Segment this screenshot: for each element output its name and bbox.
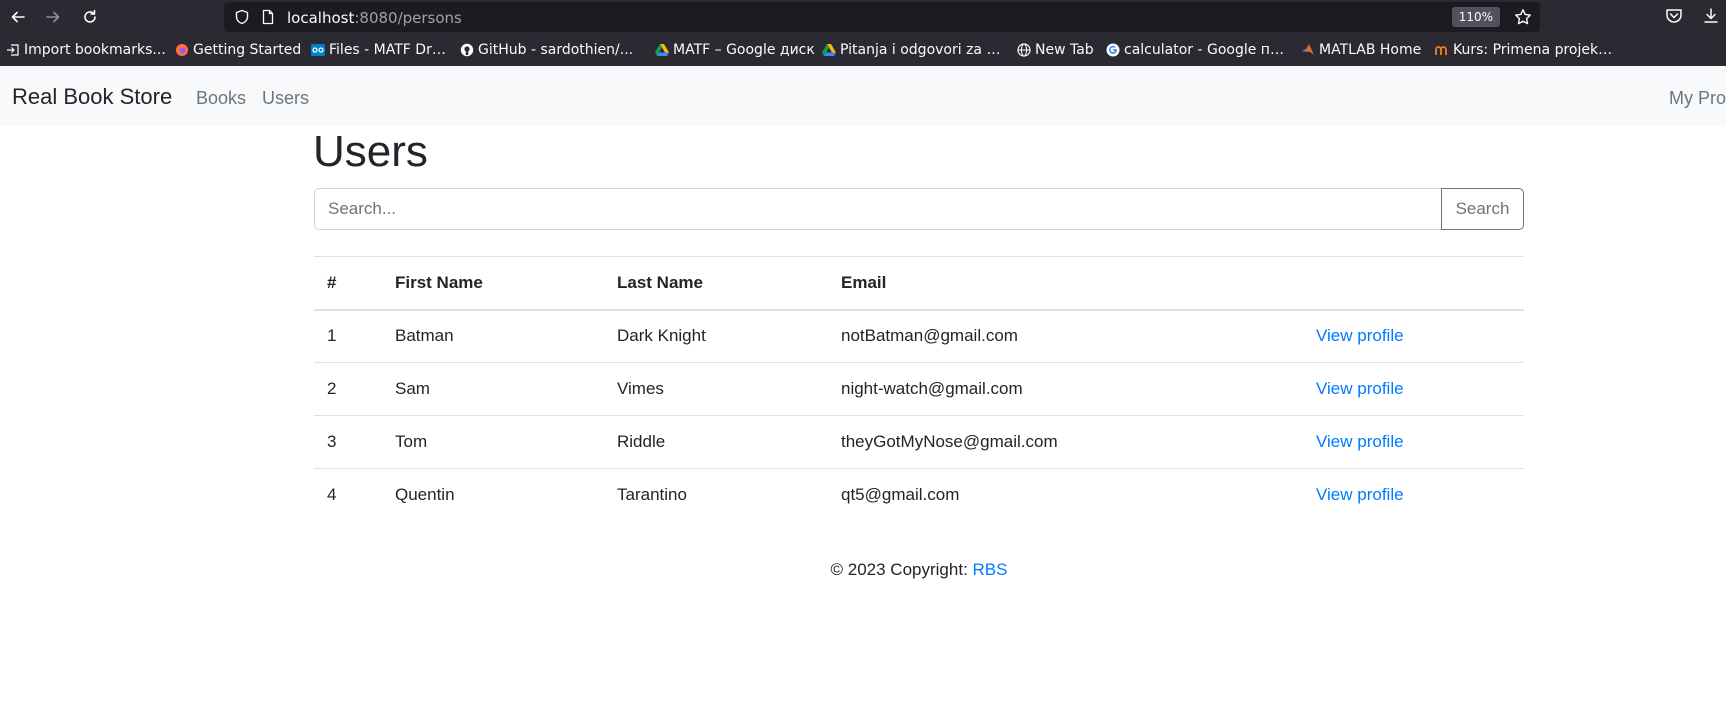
bookmark-getting-started[interactable]: Getting Started [175,41,305,59]
cell-last-name: Riddle [604,415,828,469]
reload-button[interactable] [77,4,103,30]
browser-toolbar: localhost:8080/persons 110% [0,0,1726,34]
table-row: 2 Sam Vimes night-watch@gmail.com View p… [314,362,1524,416]
bookmark-label: calculator - Google пр... [1124,42,1286,58]
cell-last-name: Tarantino [604,468,828,522]
view-profile-link[interactable]: View profile [1316,379,1404,398]
cell-actions: View profile [1303,309,1524,363]
column-header-last-name: Last Name [604,256,828,311]
google-drive-icon [655,44,669,56]
moodle-icon [1435,46,1447,55]
cell-actions: View profile [1303,415,1524,469]
view-profile-link[interactable]: View profile [1316,485,1404,504]
cell-actions: View profile [1303,468,1524,522]
nav-link-users[interactable]: Users [262,88,309,109]
forward-arrow-icon [46,11,60,23]
bookmark-label: Getting Started [193,42,302,58]
url-path: :8080/persons [354,9,462,27]
google-icon [1106,43,1120,57]
bookmark-label: Kurs: Primena projekti... [1453,42,1615,58]
table-row: 3 Tom Riddle theyGotMyNose@gmail.com Vie… [314,415,1524,469]
bookmark-new-tab[interactable]: New Tab [1017,41,1097,59]
address-bar[interactable]: localhost:8080/persons 110% [224,2,1540,32]
table-row: 1 Batman Dark Knight notBatman@gmail.com… [314,309,1524,363]
download-icon[interactable] [1702,7,1720,25]
page-icon[interactable] [260,9,276,25]
bookmark-import[interactable]: Import bookmarks... [6,41,166,59]
cell-first-name: Sam [382,362,604,416]
cell-first-name: Quentin [382,468,604,522]
url-text[interactable]: localhost:8080/persons [287,9,462,27]
cell-email: night-watch@gmail.com [828,362,1303,416]
cell-last-name: Dark Knight [604,309,828,363]
nav-link-my-profile[interactable]: My Pro [1669,88,1726,109]
users-table: # First Name Last Name Email 1 Batman Da… [314,256,1524,522]
cell-first-name: Batman [382,309,604,363]
search-form: Search [314,188,1524,230]
bookmark-kurs[interactable]: Kurs: Primena projekti... [1435,41,1615,59]
firefox-icon [176,44,188,56]
bookmark-pitanja[interactable]: Pitanja i odgovori za u... [822,41,1004,59]
cell-email: qt5@gmail.com [828,468,1303,522]
bookmark-star-icon[interactable] [1514,8,1532,26]
bookmark-label: MATF – Google диск [673,42,815,58]
nextcloud-icon [311,44,325,56]
cell-first-name: Tom [382,415,604,469]
back-button[interactable] [5,4,31,30]
view-profile-link[interactable]: View profile [1316,432,1404,451]
brand-link[interactable]: Real Book Store [12,84,172,110]
table-header-row: # First Name Last Name Email [314,256,1524,311]
cell-last-name: Vimes [604,362,828,416]
cell-index: 3 [314,415,382,469]
google-drive-icon [822,44,836,56]
bookmark-files-matf[interactable]: Files - MATF Drajv [311,41,451,59]
footer-rbs-link[interactable]: RBS [973,560,1008,579]
bookmark-label: Pitanja i odgovori za u... [840,42,1004,58]
cell-index: 1 [314,309,382,363]
bookmark-calculator[interactable]: calculator - Google пр... [1106,41,1286,59]
copyright-text: © 2023 Copyright: [830,560,973,579]
column-header-index: # [314,256,382,311]
matlab-icon [1302,44,1314,55]
footer: © 2023 Copyright: RBS [0,560,1726,580]
zoom-indicator[interactable]: 110% [1451,7,1500,27]
nav-link-books[interactable]: Books [196,88,246,109]
table-row: 4 Quentin Tarantino qt5@gmail.com View p… [314,468,1524,522]
bookmark-label: New Tab [1035,42,1094,58]
globe-icon [1017,43,1031,57]
view-profile-link[interactable]: View profile [1316,326,1404,345]
cell-email: theyGotMyNose@gmail.com [828,415,1303,469]
site-navbar: Real Book Store Books Users My Pro [0,66,1726,126]
column-header-actions [1303,256,1524,311]
back-arrow-icon [11,11,25,23]
cell-email: notBatman@gmail.com [828,309,1303,363]
bookmark-label: Import bookmarks... [24,42,166,58]
bookmark-github[interactable]: GitHub - sardothien/... [460,41,640,59]
url-host: localhost [287,9,355,27]
shield-icon[interactable] [234,9,250,25]
bookmarks-toolbar: Import bookmarks... Getting Started File… [0,34,1726,66]
bookmark-label: Files - MATF Drajv [329,42,451,58]
bookmark-matlab[interactable]: MATLAB Home [1301,41,1426,59]
pocket-icon[interactable] [1665,7,1683,25]
cell-index: 2 [314,362,382,416]
forward-button[interactable] [40,4,66,30]
bookmark-label: GitHub - sardothien/... [478,42,634,58]
reload-icon [84,9,96,23]
column-header-first-name: First Name [382,256,604,311]
import-icon [7,44,19,56]
search-input[interactable] [314,188,1442,230]
search-button[interactable]: Search [1441,188,1524,230]
column-header-email: Email [828,256,1303,311]
cell-index: 4 [314,468,382,522]
page-title: Users [313,127,428,176]
github-icon [460,43,474,57]
cell-actions: View profile [1303,362,1524,416]
bookmark-matf-drive[interactable]: MATF – Google диск [655,41,815,59]
bookmark-label: MATLAB Home [1319,42,1422,58]
